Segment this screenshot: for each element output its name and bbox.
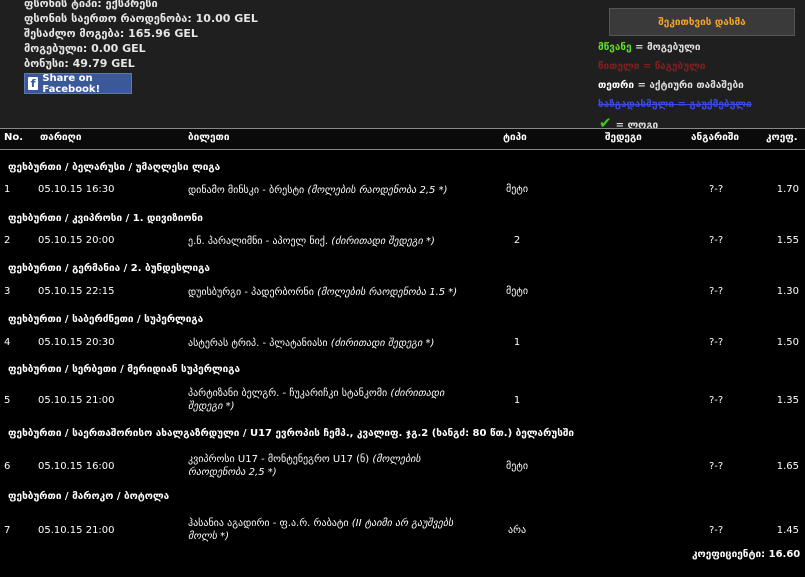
- total-stake: ფსონის საერთო რაოდენობა: 10.00 GEL: [24, 12, 258, 25]
- bet-note: (ძირითადი შედეგი *): [331, 236, 435, 247]
- table-header: No. თარიღი ბილეთი ტიპი შედეგი ანგარიში კ…: [0, 128, 805, 150]
- row-coef: 1.65: [776, 461, 799, 472]
- row-type: მეტი: [506, 286, 529, 297]
- col-no: No.: [4, 132, 24, 143]
- row-date: 05.10.15 16:30: [38, 184, 115, 195]
- row-date: 05.10.15 21:00: [38, 395, 115, 406]
- row-match: დინამო მინსკი - ბრესტი (მოლების რაოდენობ…: [188, 185, 448, 196]
- col-result: შედეგი: [605, 132, 642, 143]
- row-date: 05.10.15 21:00: [38, 525, 115, 536]
- row-match: ასტერას ტრიპ. - პლატანიასი (ძირითადი შედ…: [188, 338, 435, 349]
- col-ticket: ბილეთი: [188, 132, 230, 143]
- row-date: 05.10.15 20:00: [38, 235, 115, 246]
- row-match: პარტიზანი ბელგრ. - ჩუკარიჩკი სტანკომი (ძ…: [188, 388, 445, 412]
- bet-type: ფსონის ტიპი: ექსპრესი: [24, 0, 158, 10]
- row-score: ?-?: [709, 286, 724, 297]
- bet-note: (მოლების რაოდენობა 1.5 *): [317, 287, 458, 298]
- facebook-icon: f: [28, 77, 39, 90]
- row-score: ?-?: [709, 395, 724, 406]
- row-date: 05.10.15 16:00: [38, 461, 115, 472]
- row-type: მეტი: [506, 461, 529, 472]
- row-type: 1: [513, 395, 521, 406]
- row-number: 1: [4, 184, 11, 195]
- row-match: ჰასანია აგადირი - ფ.ა.რ. რაბატი (II ტაიმ…: [188, 518, 454, 542]
- row-type: 2: [513, 235, 521, 246]
- row-score: ?-?: [709, 184, 724, 195]
- row-coef: 1.50: [776, 337, 799, 348]
- col-date: თარიღი: [40, 132, 82, 143]
- total-coefficient: კოეფიციენტი: 16.60: [692, 549, 801, 560]
- league-header: ფეხბურთი / გერმანია / 2. ბუნდესლიგა: [8, 263, 210, 274]
- col-type: ტიპი: [503, 132, 527, 143]
- row-number: 6: [4, 461, 11, 472]
- row-coef: 1.30: [776, 286, 799, 297]
- col-coef: კოეფ.: [766, 132, 798, 143]
- row-match: ე.ნ. პარალიმნი - აპოელ ნიქ. (ძირითადი შე…: [188, 236, 435, 247]
- row-date: 05.10.15 20:30: [38, 337, 115, 348]
- color-legend: მწვანე = მოგებული წითელი = წაგებული თეთრ…: [598, 42, 752, 132]
- row-number: 4: [4, 337, 11, 348]
- row-date: 05.10.15 22:15: [38, 286, 115, 297]
- possible-win: შესაძლო მოგება: 165.96 GEL: [24, 27, 198, 40]
- share-facebook-button[interactable]: f Share on Facebook!: [24, 73, 132, 95]
- league-header: ფეხბურთი / სერბეთი / მერიდიან სუპერლიგა: [8, 364, 241, 375]
- league-header: ფეხბურთი / საერთაშორისო ახალგაზრდული / U…: [8, 428, 575, 439]
- bet-note: (მოლების რაოდენობა 2,5 *): [307, 185, 448, 196]
- row-number: 3: [4, 286, 11, 297]
- row-type: 1: [513, 337, 521, 348]
- row-type: არა: [507, 525, 527, 536]
- col-score: ანგარიში: [691, 132, 740, 143]
- bet-info: ფსონის ტიპი: ექსპრესი ფსონის საერთო რაოდ…: [24, 0, 258, 71]
- row-score: ?-?: [709, 235, 724, 246]
- league-header: ფეხბურთი / კვიპროსი / 1. დივიზიონი: [8, 213, 203, 224]
- row-coef: 1.55: [776, 235, 799, 246]
- row-match: დუისბურგი - პადერბორნი (მოლების რაოდენობ…: [188, 287, 458, 298]
- row-coef: 1.35: [776, 395, 799, 406]
- row-score: ?-?: [709, 461, 724, 472]
- row-type: მეტი: [506, 184, 529, 195]
- row-match: კვიპროსი U17 - მონტენეგრო U17 (ნ) (მოლებ…: [188, 454, 421, 478]
- bet-note: (ძირითადი შედეგი *): [330, 338, 435, 349]
- league-header: ფეხბურთი / ბელარუსი / უმაღლესი ლიგა: [8, 162, 221, 173]
- league-header: ფეხბურთი / მაროკო / ბოტოლა: [8, 491, 170, 502]
- row-coef: 1.70: [776, 184, 799, 195]
- ask-question-button[interactable]: შეკითხვის დასმა: [609, 8, 795, 36]
- row-coef: 1.45: [776, 525, 799, 536]
- row-score: ?-?: [709, 337, 724, 348]
- row-score: ?-?: [709, 525, 724, 536]
- won-amount: მოგებული: 0.00 GEL: [24, 42, 146, 55]
- row-number: 7: [4, 525, 11, 536]
- row-number: 5: [4, 395, 11, 406]
- row-number: 2: [4, 235, 11, 246]
- league-header: ფეხბურთი / საბერძნეთი / სუპერლიგა: [8, 314, 204, 325]
- bet-summary-panel: ფსონის ტიპი: ექსპრესი ფსონის საერთო რაოდ…: [0, 0, 805, 132]
- bonus-amount: ბონუსი: 49.79 GEL: [24, 57, 135, 70]
